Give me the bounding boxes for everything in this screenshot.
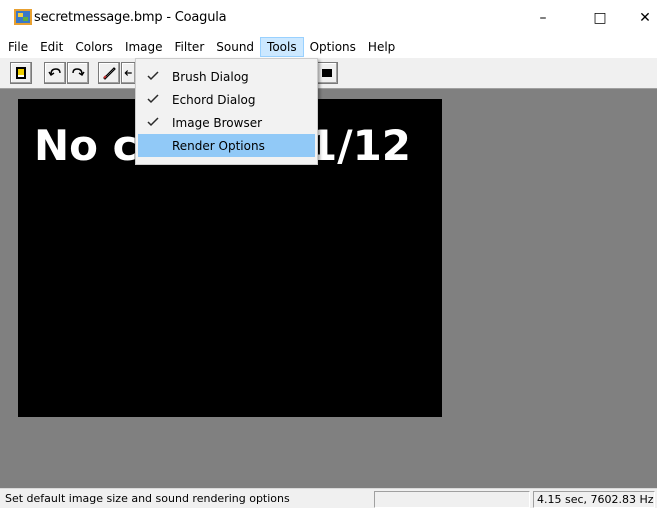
app-icon [14,9,32,25]
open-button[interactable] [10,62,32,84]
undo-button[interactable] [44,62,66,84]
status-bar: Set default image size and sound renderi… [0,488,657,508]
menu-item-label: Echord Dialog [172,92,256,107]
menu-item-image-browser[interactable]: Image Browser [136,111,317,134]
stop-icon [322,69,332,77]
menu-sound[interactable]: Sound [210,37,260,57]
canvas-text-left: No c [34,121,138,170]
menu-image[interactable]: Image [119,37,169,57]
brush-icon [103,67,116,80]
menu-item-echord-dialog[interactable]: Echord Dialog [136,88,317,111]
tools-dropdown-menu: Brush Dialog Echord Dialog Image Browser… [135,58,318,165]
menu-filter[interactable]: Filter [169,37,211,57]
menu-edit[interactable]: Edit [34,37,69,57]
window-title: secretmessage.bmp - Coagula [34,10,227,25]
arrow-icon [124,70,132,76]
stop-button[interactable] [316,62,338,84]
close-button[interactable]: ✕ [622,0,657,36]
status-info: 4.15 sec, 7602.83 Hz [533,491,655,508]
menu-colors[interactable]: Colors [69,37,119,57]
status-message: Set default image size and sound renderi… [5,492,290,505]
toolbar [0,58,657,88]
minimize-button[interactable]: – [520,0,566,36]
menu-item-label: Brush Dialog [172,69,249,84]
menu-item-render-options[interactable]: Render Options [138,134,315,157]
undo-icon [48,68,61,76]
menu-file[interactable]: File [2,37,34,57]
check-icon [147,94,159,104]
open-icon [16,67,26,79]
workspace[interactable]: No c 1/12 [0,88,657,488]
menu-tools[interactable]: Tools [260,37,304,57]
menu-item-label: Render Options [172,138,265,153]
menu-help[interactable]: Help [362,37,401,57]
redo-icon [72,68,85,76]
redo-button[interactable] [67,62,89,84]
menu-item-label: Image Browser [172,115,263,130]
arrow-button[interactable] [121,62,135,84]
menu-bar: File Edit Colors Image Filter Sound Tool… [0,36,657,58]
menu-options[interactable]: Options [304,37,362,57]
check-icon [147,71,159,81]
check-icon [147,117,159,127]
status-middle-panel [374,491,530,508]
menu-item-brush-dialog[interactable]: Brush Dialog [136,65,317,88]
title-bar: secretmessage.bmp - Coagula – □ ✕ [0,0,657,36]
brush-button[interactable] [98,62,120,84]
canvas-text-right: 1/12 [308,121,412,170]
maximize-button[interactable]: □ [577,0,623,36]
